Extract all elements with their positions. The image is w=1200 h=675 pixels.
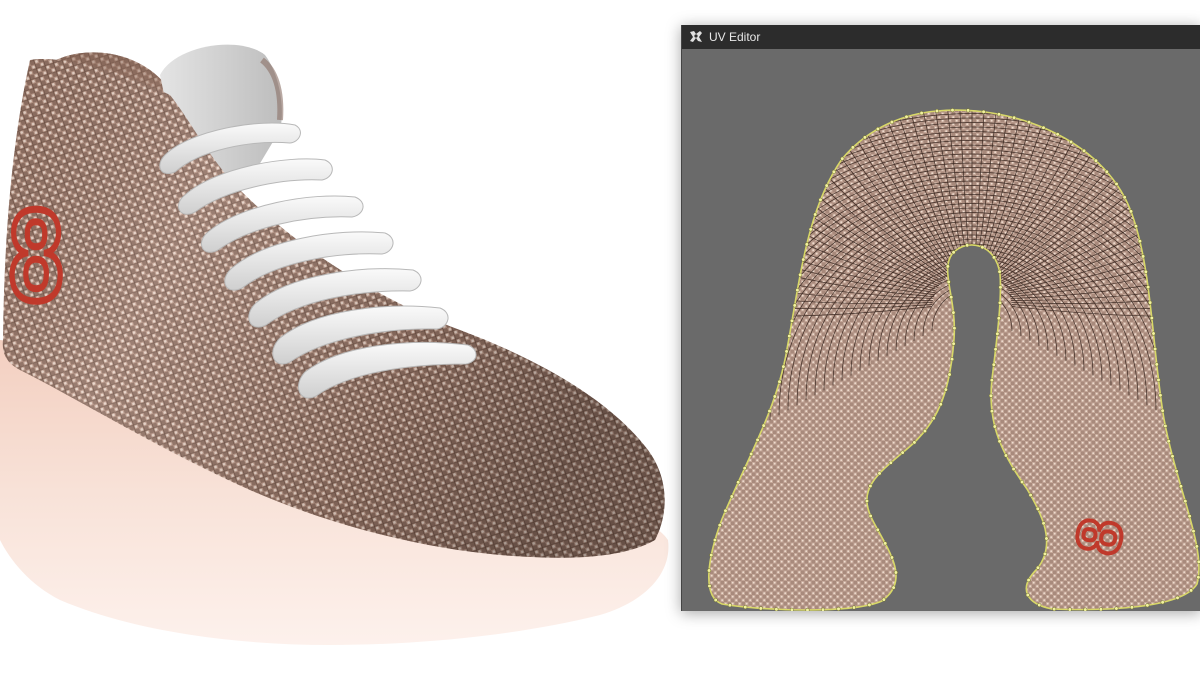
uv-editor-app-icon — [688, 29, 704, 45]
viewport-logo: 8 — [9, 183, 63, 328]
uv-editor-title: UV Editor — [709, 30, 761, 44]
uv-canvas[interactable]: 8 — [682, 49, 1200, 611]
uv-editor-window[interactable]: UV Editor 8 — [681, 25, 1200, 611]
3d-viewport[interactable]: 8 — [0, 0, 680, 675]
viewport-canvas[interactable]: 8 — [0, 0, 680, 675]
uv-editor-titlebar[interactable]: UV Editor — [682, 25, 1200, 49]
